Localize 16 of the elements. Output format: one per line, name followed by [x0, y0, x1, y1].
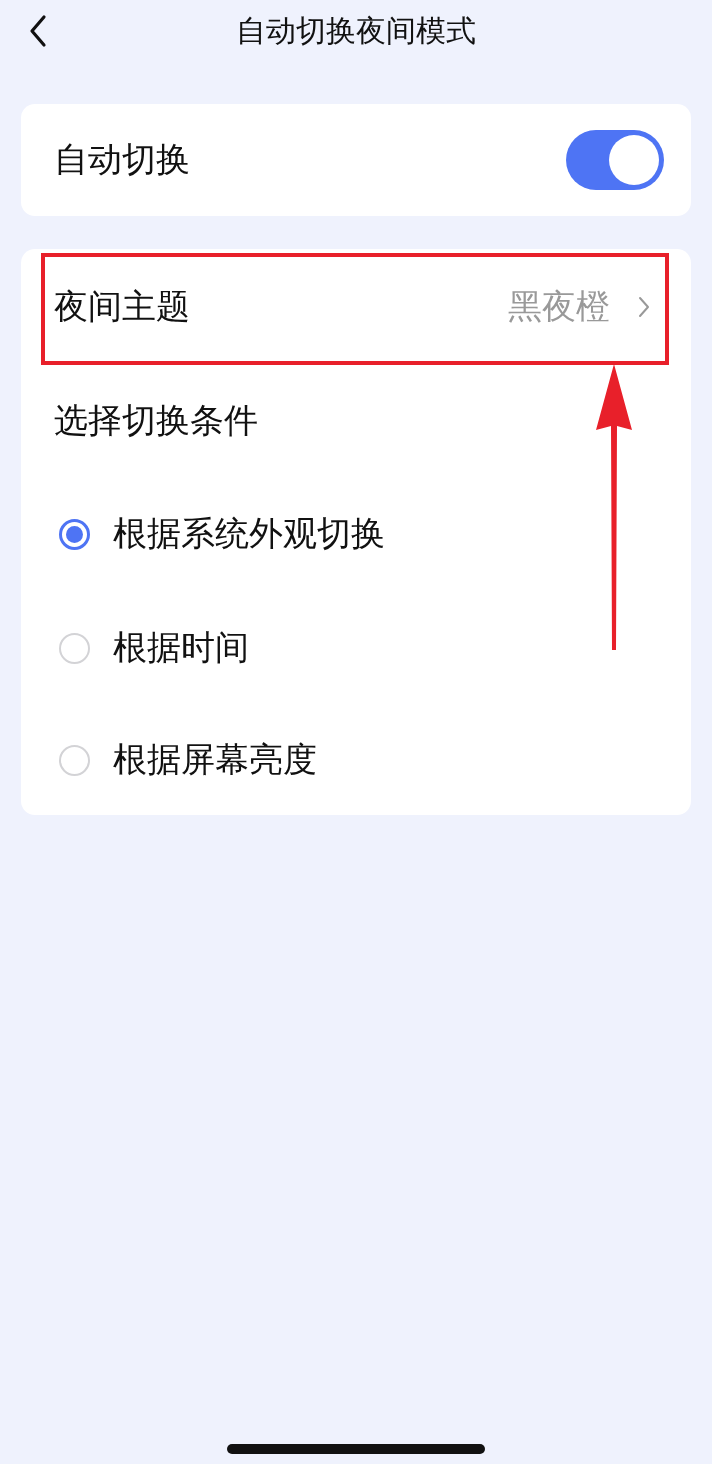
radio-option[interactable]: 根据屏幕亮度 — [21, 705, 691, 815]
option-label: 根据系统外观切换 — [113, 512, 385, 555]
toggle-switch[interactable] — [566, 130, 664, 190]
setting-value: 黑夜橙 — [508, 285, 610, 328]
option-label: 根据屏幕亮度 — [113, 738, 317, 781]
page-title: 自动切换夜间模式 — [236, 11, 476, 50]
back-chevron-icon — [28, 14, 48, 48]
night-theme-row[interactable]: 夜间主题 黑夜橙 — [21, 249, 691, 365]
chevron-right-icon — [638, 296, 650, 318]
setting-label: 自动切换 — [54, 138, 190, 181]
radio-option[interactable]: 根据系统外观切换 — [21, 477, 691, 591]
option-label: 根据时间 — [113, 626, 249, 669]
section-heading: 选择切换条件 — [53, 399, 259, 442]
setting-label: 夜间主题 — [54, 285, 190, 328]
radio-option[interactable]: 根据时间 — [21, 591, 691, 705]
radio-button[interactable] — [59, 518, 90, 550]
